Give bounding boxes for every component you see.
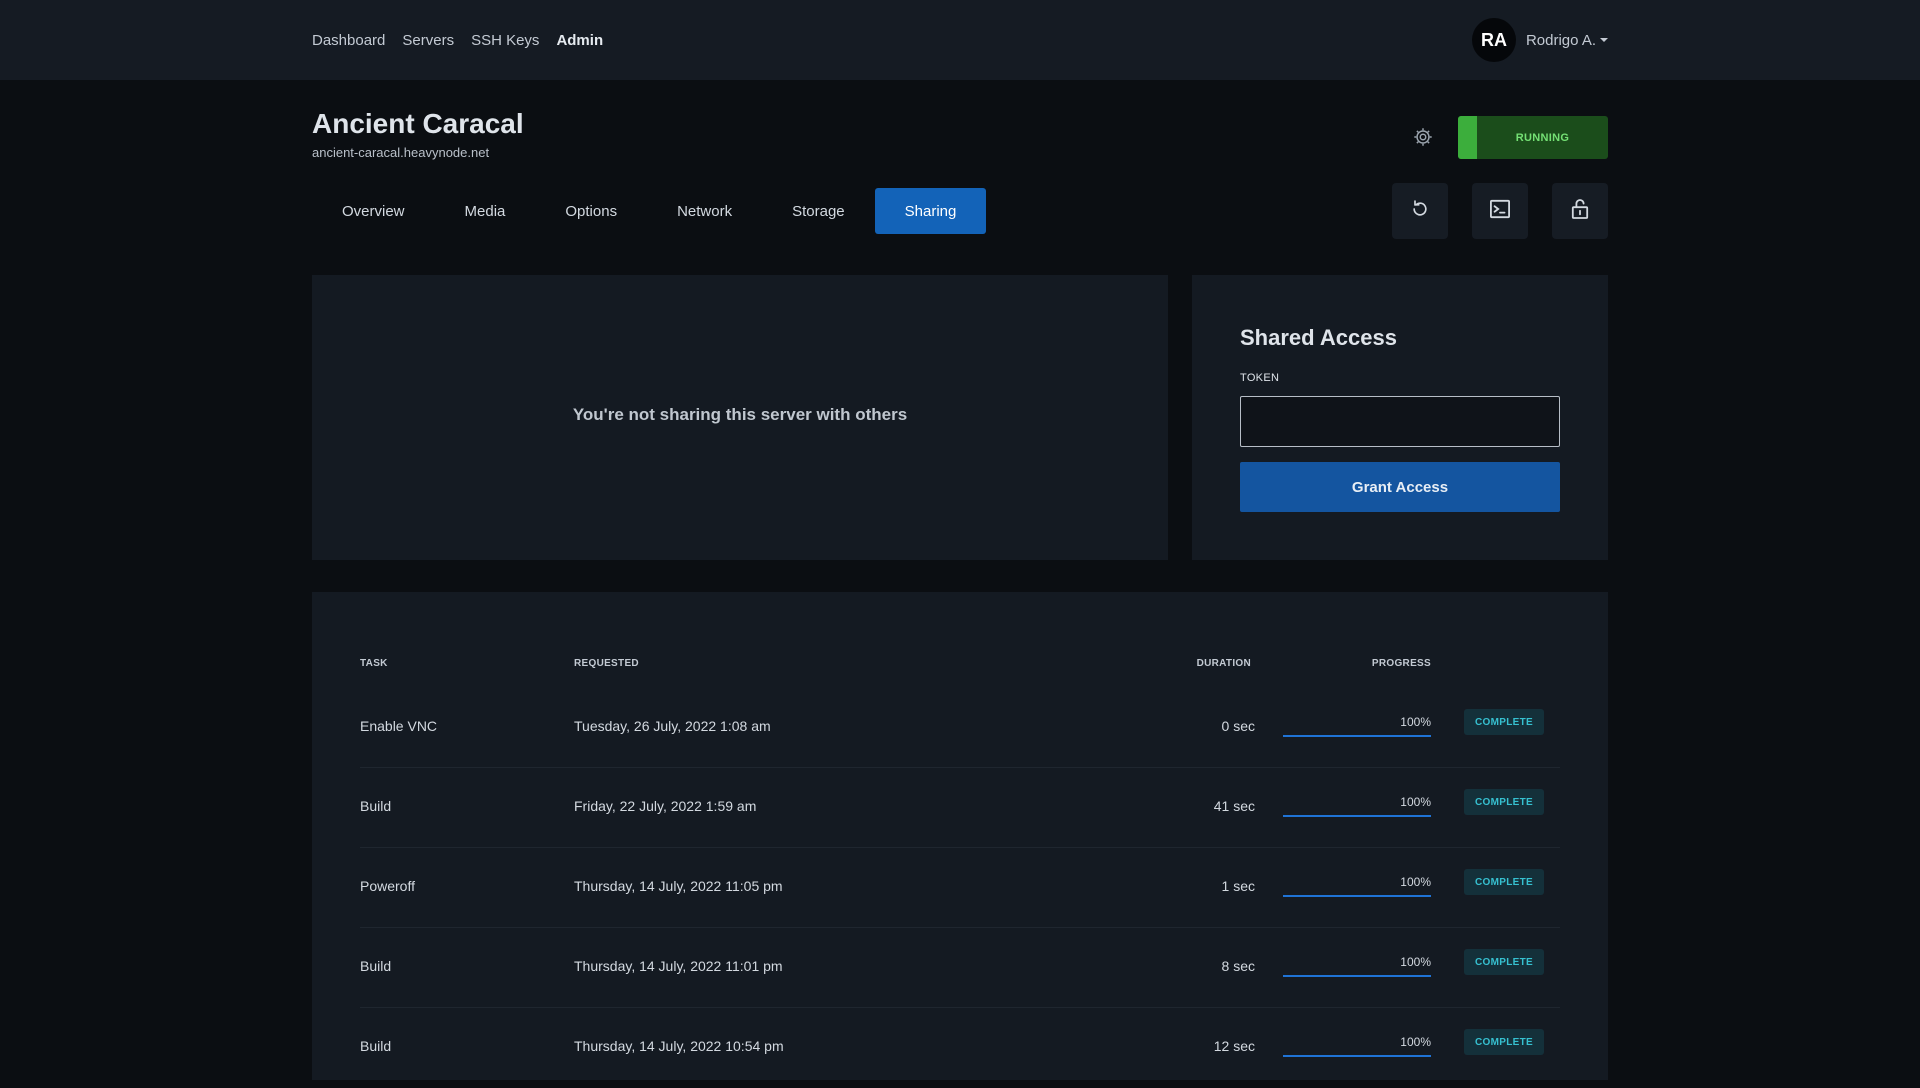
progress-fill [1283,975,1431,977]
progress-track [1283,895,1431,897]
task-requested: Tuesday, 26 July, 2022 1:08 am [574,718,771,734]
sharing-list-panel: You're not sharing this server with othe… [312,275,1168,560]
lock-icon [1571,198,1589,225]
table-row: Enable VNC Tuesday, 26 July, 2022 1:08 am… [360,688,1560,768]
tab-sharing[interactable]: Sharing [874,188,987,234]
task-name: Build [360,1038,392,1054]
task-duration: 41 sec [1213,798,1255,814]
task-duration: 12 sec [1213,1038,1255,1054]
table-row: Build Friday, 22 July, 2022 1:59 am 41 sec… [360,768,1560,848]
progress-bar: 100% [1283,791,1431,817]
progress-bar: 100% [1283,951,1431,977]
nav-dashboard[interactable]: Dashboard [312,32,385,49]
token-label: TOKEN [1240,372,1280,384]
restart-icon [1410,199,1430,224]
avatar[interactable]: RA [1471,18,1516,62]
grant-access-button[interactable]: Grant Access [1240,462,1560,512]
status-badge: COMPLETE [1464,1029,1544,1055]
tab-overview[interactable]: Overview [312,188,435,234]
server-hostname: ancient-caracal.heavynode.net [312,145,490,160]
col-header-progress: PROGRESS [1371,658,1431,669]
progress-fill [1283,815,1431,817]
col-header-duration: DURATION [1196,658,1251,669]
progress-percent: 100% [1400,795,1431,809]
page-title: Ancient Caracal [312,108,524,139]
task-name: Poweroff [360,878,415,894]
task-duration: 8 sec [1221,958,1255,974]
nav-ssh-keys[interactable]: SSH Keys [471,32,539,49]
restart-button[interactable] [1392,183,1448,239]
progress-percent: 100% [1400,1035,1431,1049]
task-duration: 1 sec [1221,878,1255,894]
console-button[interactable] [1472,183,1528,239]
top-navbar: Dashboard Servers SSH Keys Admin RA Rodr… [0,0,1920,80]
tab-network[interactable]: Network [647,188,762,234]
server-tabs: Overview Media Options Network Storage S… [312,188,987,234]
progress-track [1283,975,1431,977]
shared-access-panel: Shared Access TOKEN Grant Access [1192,275,1608,560]
progress-percent: 100% [1400,875,1431,889]
task-requested: Thursday, 14 July, 2022 11:01 pm [574,958,783,974]
col-header-task: TASK [360,658,388,669]
console-icon [1489,199,1511,224]
table-row: Build Thursday, 14 July, 2022 10:54 pm 12 … [360,1008,1560,1088]
status-label: RUNNING [1515,131,1570,144]
status-badge: COMPLETE [1464,709,1544,735]
status-badge: RUNNING [1458,116,1608,159]
caret-down-icon [1600,38,1608,42]
progress-bar: 100% [1283,871,1431,897]
status-badge: COMPLETE [1464,789,1544,815]
status-badge: COMPLETE [1464,869,1544,895]
progress-bar: 100% [1283,711,1431,737]
gear-icon[interactable] [1412,126,1434,148]
shared-access-title: Shared Access [1240,325,1397,350]
progress-percent: 100% [1400,955,1431,969]
task-requested: Thursday, 14 July, 2022 10:54 pm [574,1038,784,1054]
tab-media[interactable]: Media [435,188,536,234]
col-header-requested: REQUESTED [574,658,639,669]
progress-track [1283,815,1431,817]
user-menu[interactable]: RA Rodrigo A. [1471,18,1608,62]
task-name: Build [360,798,392,814]
main-nav: Dashboard Servers SSH Keys Admin [312,0,603,80]
task-name: Build [360,958,392,974]
token-input[interactable] [1240,396,1560,447]
task-duration: 0 sec [1221,718,1255,734]
task-name: Enable VNC [360,718,438,734]
nav-admin[interactable]: Admin [556,32,603,49]
progress-percent: 100% [1400,715,1431,729]
progress-track [1283,735,1431,737]
progress-fill [1283,895,1431,897]
table-row: Poweroff Thursday, 14 July, 2022 11:05 pm… [360,848,1560,928]
user-name: Rodrigo A. [1525,31,1596,49]
user-name-dropdown[interactable]: Rodrigo A. [1526,32,1608,49]
progress-track [1283,1055,1431,1057]
progress-fill [1283,735,1431,737]
task-requested: Thursday, 14 July, 2022 11:05 pm [574,878,783,894]
progress-fill [1283,1055,1431,1057]
status-indicator [1458,116,1477,159]
tab-options[interactable]: Options [535,188,647,234]
nav-servers[interactable]: Servers [402,32,454,49]
task-requested: Friday, 22 July, 2022 1:59 am [574,798,757,814]
table-row: Build Thursday, 14 July, 2022 11:01 pm 8 s… [360,928,1560,1008]
empty-state-message: You're not sharing this server with othe… [572,405,908,424]
tab-storage[interactable]: Storage [762,188,875,234]
tasks-panel: TASK REQUESTED DURATION PROGRESS Enable … [312,592,1608,1080]
progress-bar: 100% [1283,1031,1431,1057]
lock-button[interactable] [1552,183,1608,239]
status-badge: COMPLETE [1464,949,1544,975]
